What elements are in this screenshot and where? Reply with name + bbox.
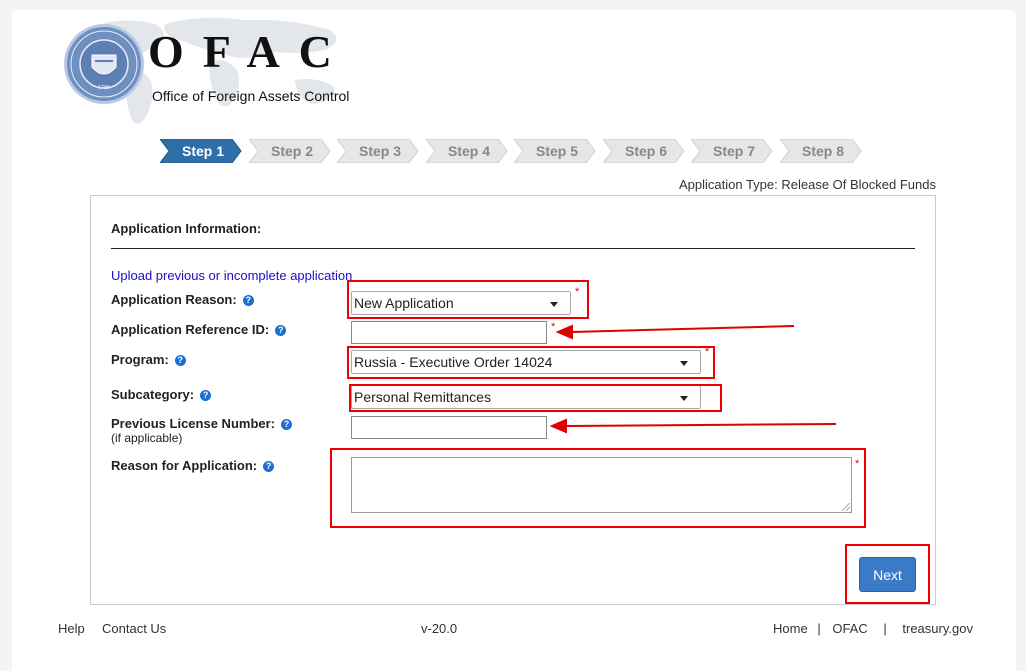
panel-divider xyxy=(111,248,915,249)
required-marker: * xyxy=(551,321,556,333)
previous-license-number-label: Previous License Number:? (if applicable… xyxy=(111,416,292,445)
footer-contact-us-link[interactable]: Contact Us xyxy=(102,621,166,636)
footer-help-link[interactable]: Help xyxy=(58,621,85,636)
application-reference-id-label: Application Reference ID:? xyxy=(111,322,287,337)
svg-text:1789: 1789 xyxy=(98,85,110,91)
step-label: Step 8 xyxy=(801,143,844,159)
help-icon[interactable]: ? xyxy=(263,461,275,472)
subcategory-label: Subcategory:? xyxy=(111,387,212,402)
panel-title: Application Information: xyxy=(111,221,262,236)
help-icon[interactable]: ? xyxy=(200,390,212,401)
step-label: Step 3 xyxy=(358,143,401,159)
seal-icon: 1789 xyxy=(70,30,138,98)
previous-license-number-label-text: Previous License Number: xyxy=(111,416,275,431)
treasury-seal-logo: 1789 xyxy=(64,24,144,104)
help-icon[interactable]: ? xyxy=(275,325,287,336)
application-type-label: Application Type: Release Of Blocked Fun… xyxy=(678,177,936,192)
footer-right-links: Home | OFAC | treasury.gov xyxy=(773,621,973,636)
step-label: Step 6 xyxy=(624,143,667,159)
footer-left-links: Help Contact Us xyxy=(58,621,166,636)
annotation-box-application-reason xyxy=(347,280,589,319)
help-icon[interactable]: ? xyxy=(242,295,254,306)
step-label: Step 5 xyxy=(535,143,578,159)
step-2: Step 2 xyxy=(249,139,331,163)
application-reason-label-text: Application Reason: xyxy=(111,292,237,307)
step-3: Step 3 xyxy=(337,139,419,163)
step-8: Step 8 xyxy=(780,139,862,163)
annotation-box-program xyxy=(347,346,715,379)
annotation-box-next-button xyxy=(845,544,930,604)
help-icon[interactable]: ? xyxy=(174,355,186,366)
step-1-active: Step 1 xyxy=(160,139,242,163)
step-6: Step 6 xyxy=(603,139,685,163)
logo-title: OFAC xyxy=(148,26,351,77)
upload-previous-application-link[interactable]: Upload previous or incomplete applicatio… xyxy=(111,268,352,283)
application-reference-id-input[interactable] xyxy=(351,321,547,344)
footer-version: v-20.0 xyxy=(421,621,458,636)
step-label: Step 4 xyxy=(447,143,490,159)
program-label-text: Program: xyxy=(111,352,169,367)
annotation-box-subcategory xyxy=(349,384,722,412)
subcategory-label-text: Subcategory: xyxy=(111,387,195,402)
program-label: Program:? xyxy=(111,352,186,367)
step-label: Step 2 xyxy=(270,143,313,159)
application-reason-label: Application Reason:? xyxy=(111,292,254,307)
previous-license-number-input[interactable] xyxy=(351,416,547,439)
reason-for-application-label-text: Reason for Application: xyxy=(111,458,258,473)
footer-separator: | xyxy=(817,621,821,636)
step-5: Step 5 xyxy=(514,139,596,163)
application-reference-id-label-text: Application Reference ID: xyxy=(111,322,270,337)
if-applicable-hint: (if applicable) xyxy=(111,431,183,445)
help-icon[interactable]: ? xyxy=(281,419,292,430)
footer-treasury-link[interactable]: treasury.gov xyxy=(902,621,973,636)
footer-home-link[interactable]: Home xyxy=(773,621,808,636)
step-4: Step 4 xyxy=(426,139,508,163)
reason-for-application-label: Reason for Application:? xyxy=(111,458,275,473)
annotation-box-reason-for-application xyxy=(330,448,866,528)
step-label: Step 1 xyxy=(181,143,224,159)
footer-ofac-link[interactable]: OFAC xyxy=(832,621,867,636)
logo-subtitle: Office of Foreign Assets Control xyxy=(152,88,350,104)
step-7: Step 7 xyxy=(691,139,773,163)
step-label: Step 7 xyxy=(712,143,755,159)
footer-separator: | xyxy=(883,621,887,636)
